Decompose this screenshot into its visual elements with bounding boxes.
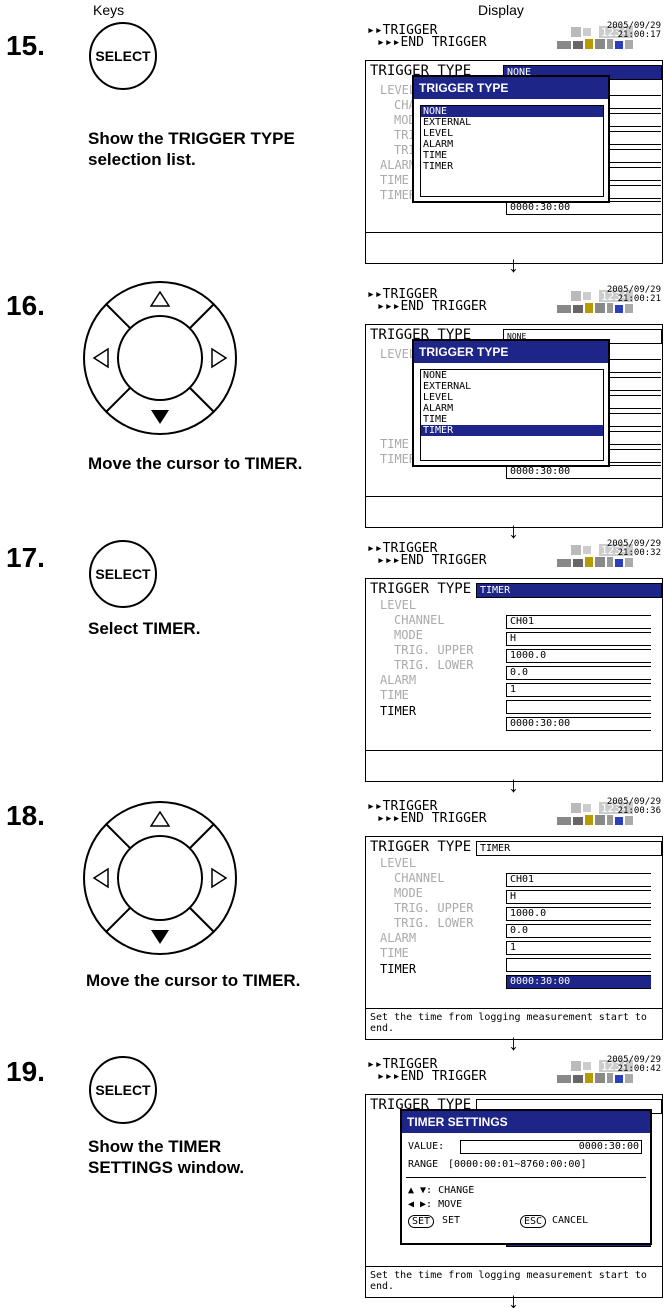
option-time[interactable]: TIME bbox=[421, 414, 603, 425]
arrow-keypad bbox=[83, 281, 237, 435]
select-key: SELECT bbox=[89, 1056, 157, 1124]
display-screen: ▸▸TRIGGER ▸▸▸END TRIGGER 1234 2005/09/29… bbox=[365, 286, 663, 528]
mode-field[interactable]: H bbox=[506, 632, 651, 646]
display-screen: ▸▸TRIGGER ▸▸▸END TRIGGER 1234 2005/09/29… bbox=[365, 798, 663, 1040]
value-label: VALUE: bbox=[408, 1141, 445, 1152]
option-none[interactable]: NONE bbox=[421, 106, 603, 117]
trigger-type-popup: TRIGGER TYPE NONE EXTERNAL LEVEL ALARM T… bbox=[412, 339, 610, 467]
popup-title: TRIGGER TYPE bbox=[414, 77, 608, 99]
display-screen: ▸▸TRIGGER ▸▸▸END TRIGGER 1234 2005/09/29… bbox=[365, 1056, 663, 1298]
option-external[interactable]: EXTERNAL bbox=[421, 381, 603, 392]
timer-field[interactable]: 0000:30:00 bbox=[506, 717, 651, 731]
option-level[interactable]: LEVEL bbox=[421, 128, 603, 139]
popup-title: TIMER SETTINGS bbox=[402, 1111, 650, 1133]
cancel-label: CANCEL bbox=[552, 1215, 589, 1226]
range-label: RANGE bbox=[408, 1159, 439, 1170]
alarm-field[interactable]: 1 bbox=[506, 683, 651, 697]
step-caption: Show the TIMER SETTINGS window. bbox=[88, 1137, 245, 1177]
esc-key-icon[interactable]: ESC bbox=[520, 1215, 547, 1228]
arrow-down-icon: ↓ bbox=[508, 252, 519, 277]
option-alarm[interactable]: ALARM bbox=[421, 139, 603, 150]
change-hint: ▲ ▼: CHANGE bbox=[408, 1185, 475, 1196]
timer-value-input[interactable]: 0000:30:00 bbox=[460, 1140, 642, 1154]
arrow-down-icon: ↓ bbox=[508, 1030, 519, 1055]
select-key: SELECT bbox=[89, 540, 157, 608]
range-value: [0000:00:01~8760:00:00] bbox=[448, 1159, 587, 1170]
keys-header: Keys bbox=[93, 2, 125, 18]
set-key-icon[interactable]: SET bbox=[408, 1215, 435, 1228]
option-alarm[interactable]: ALARM bbox=[421, 403, 603, 414]
step-caption: Show the TRIGGER TYPE selection list. bbox=[88, 129, 295, 169]
time: 21:00:17 bbox=[617, 30, 661, 40]
arrow-down-icon: ↓ bbox=[508, 772, 519, 797]
option-time[interactable]: TIME bbox=[421, 150, 603, 161]
option-none[interactable]: NONE bbox=[421, 370, 603, 381]
svg-text:SELECT: SELECT bbox=[95, 566, 151, 582]
option-timer[interactable]: TIMER bbox=[421, 425, 603, 436]
step-number: 15. bbox=[6, 30, 45, 61]
timer-settings-popup: TIMER SETTINGS VALUE: 0000:30:00 RANGE [… bbox=[400, 1109, 652, 1245]
step-number: 17. bbox=[6, 542, 45, 573]
step-number: 16. bbox=[6, 290, 45, 321]
move-hint: ◀ ▶: MOVE bbox=[408, 1199, 463, 1210]
option-level[interactable]: LEVEL bbox=[421, 392, 603, 403]
time-field[interactable] bbox=[506, 700, 651, 714]
trigger-type-field[interactable]: TIMER bbox=[476, 841, 662, 856]
trigger-type-popup: TRIGGER TYPE NONE EXTERNAL LEVEL ALARM T… bbox=[412, 75, 610, 203]
set-label: SET bbox=[442, 1215, 461, 1226]
display-header: Display bbox=[478, 2, 524, 18]
step-number: 18. bbox=[6, 800, 45, 831]
step-caption: Move the cursor to TIMER. bbox=[86, 971, 301, 990]
select-key-label: SELECT bbox=[95, 48, 151, 64]
display-screen: ▸▸TRIGGER ▸▸▸END TRIGGER 1234 2005/09/29… bbox=[365, 22, 663, 264]
option-timer[interactable]: TIMER bbox=[421, 161, 603, 172]
svg-text:SELECT: SELECT bbox=[95, 1082, 151, 1098]
trigger-type-field[interactable]: TIMER bbox=[476, 583, 662, 598]
upper-field[interactable]: 1000.0 bbox=[506, 649, 651, 663]
step-number: 19. bbox=[6, 1056, 45, 1087]
lower-field[interactable]: 0.0 bbox=[506, 666, 651, 680]
arrow-keypad bbox=[83, 801, 237, 955]
arrow-down-icon: ↓ bbox=[508, 1288, 519, 1308]
step-caption: Select TIMER. bbox=[88, 619, 201, 638]
timer-field[interactable]: 0000:30:00 bbox=[506, 201, 661, 215]
option-external[interactable]: EXTERNAL bbox=[421, 117, 603, 128]
select-key: SELECT bbox=[89, 22, 157, 90]
display-screen: ▸▸TRIGGER ▸▸▸END TRIGGER 1234 2005/09/29… bbox=[365, 540, 663, 782]
step-caption: Move the cursor to TIMER. bbox=[88, 454, 303, 473]
end-trigger-line: ▸▸▸END TRIGGER bbox=[377, 35, 487, 50]
channel-field[interactable]: CH01 bbox=[506, 615, 651, 629]
arrow-down-icon: ↓ bbox=[508, 518, 519, 543]
timer-field[interactable]: 0000:30:00 bbox=[506, 975, 651, 989]
